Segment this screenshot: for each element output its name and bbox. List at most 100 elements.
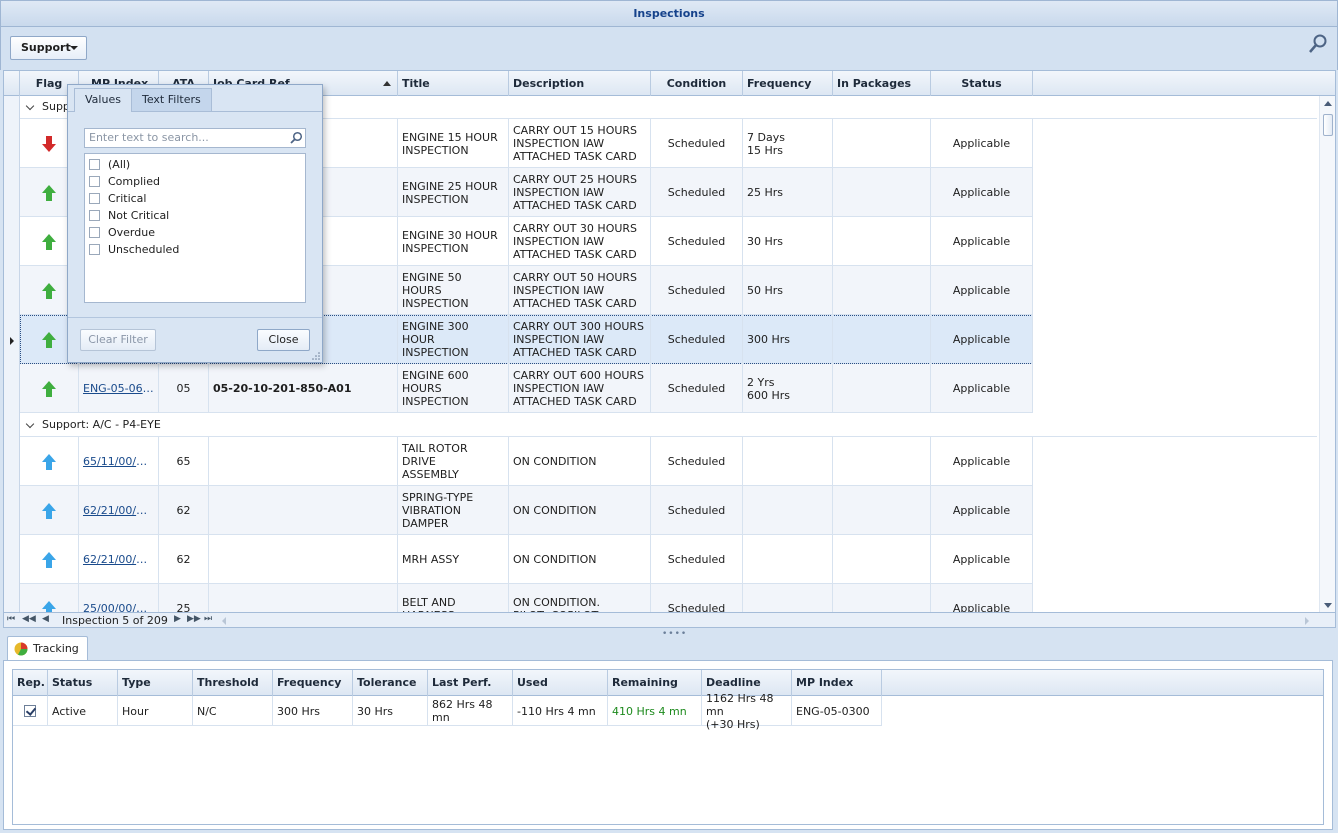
filter-option-label: Complied [108,175,160,188]
condition-cell: Scheduled [651,217,743,266]
mp-index-link[interactable]: 65/11/00/00... [83,455,154,468]
table-row[interactable]: 62/21/00/00... 62 SPRING-TYPE VIBRATION DA… [20,486,1033,535]
clear-filter-button[interactable]: Clear Filter [80,329,156,351]
header-title[interactable]: Title [398,71,509,96]
previous-record-icon[interactable]: ◀ [42,614,49,624]
header-used[interactable]: Used [513,670,608,696]
header-threshold[interactable]: Threshold [193,670,273,696]
tab-text-filters[interactable]: Text Filters [131,88,212,112]
filter-option[interactable]: Overdue [89,224,155,241]
mp-index-cell: ENG-05-0300 [792,696,882,726]
filter-option[interactable]: Not Critical [89,207,169,224]
mp-index-link[interactable]: 62/21/00/00... [83,504,154,517]
splitter-handle[interactable]: •••• [662,629,687,639]
in-packages-cell [833,266,931,315]
scroll-thumb[interactable] [1323,114,1333,136]
in-packages-cell [833,437,931,486]
header-tolerance[interactable]: Tolerance [353,670,428,696]
tracking-grid: Rep. Status Type Threshold Frequency Tol… [12,669,1324,825]
blue-up-arrow-icon [42,453,56,470]
filter-option[interactable]: Critical [89,190,146,207]
scroll-up-icon[interactable] [1324,101,1332,106]
header-mp-index[interactable]: MP Index [792,670,882,696]
ata-cell: 05 [159,364,209,413]
mp-index-cell[interactable]: 25/00/00/00... [79,584,159,612]
header-frequency[interactable]: Frequency [273,670,353,696]
filter-footer: Clear Filter Close [68,317,322,362]
search-icon[interactable] [289,131,303,145]
chevron-down-icon[interactable] [25,101,35,111]
mp-index-cell[interactable]: ENG-05-0600 [79,364,159,413]
tracking-row[interactable]: Active Hour N/C 300 Hrs 30 Hrs 862 Hrs 4… [13,692,882,731]
indicator-header [4,71,20,96]
group-row[interactable]: Support: A/C - P4-EYE [20,414,1317,437]
last-record-icon[interactable]: ⏭ [204,614,212,624]
support-dropdown-button[interactable]: Support [10,36,87,60]
header-condition[interactable]: Condition [651,71,743,96]
condition-cell: Scheduled [651,315,743,364]
vertical-scrollbar[interactable] [1319,96,1335,612]
filter-body: Enter text to search... (All) Complied Cri… [68,111,322,337]
search-icon[interactable] [1307,33,1329,55]
header-rep[interactable]: Rep. [13,670,48,696]
filter-option[interactable]: (All) [89,156,130,173]
header-frequency[interactable]: Frequency [743,71,833,96]
mp-index-link[interactable]: 25/00/00/00... [83,602,154,612]
header-type[interactable]: Type [118,670,193,696]
description-cell: CARRY OUT 25 HOURS INSPECTION IAW ATTACH… [509,168,651,217]
tab-tracking[interactable]: Tracking [7,636,88,661]
header-description[interactable]: Description [509,71,651,96]
tracking-icon [14,642,28,656]
mp-index-link[interactable]: ENG-05-0600 [83,382,154,395]
table-row[interactable]: 25/00/00/00... 25 BELT AND HARNESSON CONDI… [20,584,1033,612]
job-card-cell [209,535,398,584]
chevron-down-icon [70,46,78,50]
header-remaining[interactable]: Remaining [608,670,702,696]
frequency-cell [743,437,833,486]
condition-cell: Scheduled [651,266,743,315]
mp-index-cell[interactable]: 62/21/00/00... [79,486,159,535]
filter-option-checkbox[interactable] [89,176,100,187]
next-record-icon[interactable]: ▶ [174,614,181,624]
rep-cell[interactable] [13,696,48,726]
red-down-arrow-icon [42,135,56,152]
tracking-header: Rep. Status Type Threshold Frequency Tol… [13,670,1323,696]
filter-option[interactable]: Complied [89,173,160,190]
scroll-down-icon[interactable] [1324,603,1332,608]
filter-option-checkbox[interactable] [89,193,100,204]
chevron-down-icon[interactable] [25,419,35,429]
filter-option[interactable]: Unscheduled [89,241,179,258]
filter-option-checkbox[interactable] [89,244,100,255]
type-cell: Hour [118,696,193,726]
table-row[interactable]: 62/21/00/00... 62 MRH ASSY ON CONDITION Sche… [20,535,1033,584]
close-button[interactable]: Close [257,329,310,351]
next-page-icon[interactable]: ▶▶ [187,614,201,624]
table-row[interactable]: 65/11/00/00... 65 TAIL ROTOR DRIVE ASSEMBL… [20,437,1033,486]
resize-grip-icon[interactable] [312,352,320,360]
tab-values[interactable]: Values [74,88,132,112]
header-status[interactable]: Status [931,71,1033,96]
header-in-packages[interactable]: In Packages [833,71,931,96]
ata-cell: 25 [159,584,209,612]
filter-option-checkbox[interactable] [89,227,100,238]
previous-page-icon[interactable]: ◀◀ [22,614,36,624]
mp-index-link[interactable]: 62/21/00/00... [83,553,154,566]
filter-option-checkbox[interactable] [89,159,100,170]
rep-checkbox[interactable] [24,705,36,717]
first-record-icon[interactable]: ⏮ [7,614,15,624]
table-row[interactable]: ENG-05-0600 05 05-20-10-201-850-A01 ENGINE … [20,364,1033,413]
ata-cell: 62 [159,535,209,584]
mp-index-cell[interactable]: 62/21/00/00... [79,535,159,584]
header-status[interactable]: Status [48,670,118,696]
header-last-perf[interactable]: Last Perf. [428,670,513,696]
condition-cell: Scheduled [651,119,743,168]
filter-search-input[interactable]: Enter text to search... [84,128,306,148]
mp-index-cell[interactable]: 65/11/00/00... [79,437,159,486]
title-cell: ENGINE 25 HOUR INSPECTION [398,168,509,217]
scroll-left-icon[interactable] [222,617,226,625]
filter-option-checkbox[interactable] [89,210,100,221]
status-cell: Applicable [931,315,1033,364]
condition-cell: Scheduled [651,437,743,486]
scroll-right-icon[interactable] [1305,617,1309,625]
in-packages-cell [833,315,931,364]
